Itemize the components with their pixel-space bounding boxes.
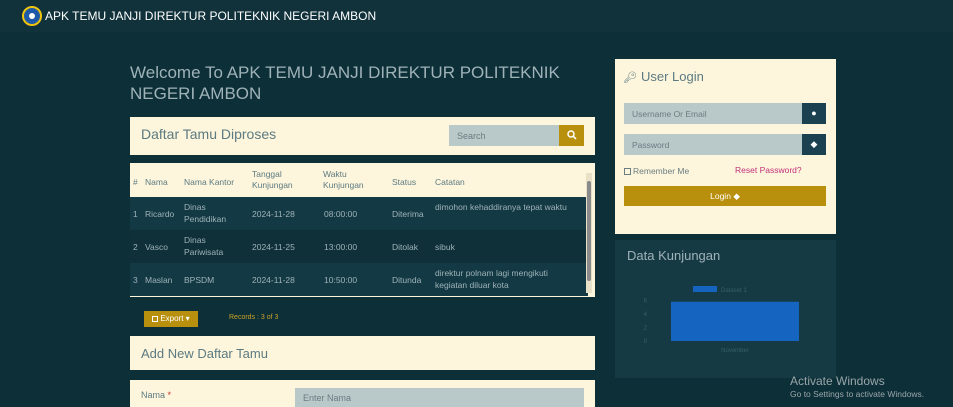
top-navbar: APK TEMU JANJI DIREKTUR POLITEKNIK NEGER… bbox=[0, 0, 953, 32]
login-title-text: User Login bbox=[640, 69, 704, 84]
col-header-status: Status bbox=[392, 177, 417, 187]
activate-windows-hint: Go to Settings to activate Windows. bbox=[790, 389, 925, 399]
login-button[interactable]: Login ◆ bbox=[624, 186, 826, 206]
reset-password-link[interactable]: Reset Password? bbox=[735, 165, 802, 175]
cell-nama: Vasco bbox=[145, 242, 168, 252]
data-kunjungan-panel: Data Kunjungan Dataset 1 0 2 4 6 November bbox=[615, 240, 836, 378]
export-button[interactable]: Export ▾ bbox=[144, 311, 198, 327]
col-header-nama: Nama bbox=[145, 177, 168, 187]
col-header-waktu: Waktu Kunjungan bbox=[323, 169, 364, 190]
required-mark: * bbox=[167, 390, 172, 400]
welcome-heading: Welcome To APK TEMU JANJI DIREKTUR POLIT… bbox=[130, 63, 560, 103]
nama-label-text: Nama bbox=[141, 390, 166, 400]
cell-no: 3 bbox=[133, 275, 138, 285]
cell-waktu: 13:00:00 bbox=[324, 242, 358, 252]
cell-status: Ditolak bbox=[392, 242, 418, 252]
login-title: 🔑︎ User Login bbox=[623, 69, 704, 84]
bar bbox=[671, 301, 799, 341]
password-input[interactable] bbox=[624, 134, 802, 155]
save-icon bbox=[152, 315, 159, 322]
cell-tanggal: 2024-11-25 bbox=[252, 242, 295, 252]
legend-swatch bbox=[693, 286, 717, 292]
cell-tanggal: 2024-11-28 bbox=[252, 209, 295, 219]
col-header-no: # bbox=[133, 177, 138, 187]
add-form: Nama * bbox=[130, 380, 595, 407]
table-header: # Nama Nama Kantor Tanggal Kunjungan Wak… bbox=[130, 163, 588, 197]
cell-kantor: Dinas Pendidikan bbox=[184, 202, 227, 224]
cell-nama: Ricardo bbox=[145, 209, 175, 219]
table-row[interactable]: 2 Vasco Dinas Pariwisata 2024-11-25 13:0… bbox=[130, 230, 588, 263]
key-icon: ◆ bbox=[733, 191, 740, 201]
cell-kantor: BPSDM bbox=[184, 275, 215, 285]
cell-waktu: 10:50:00 bbox=[324, 275, 358, 285]
nama-label: Nama * bbox=[141, 390, 171, 400]
cell-tanggal: 2024-11-28 bbox=[252, 275, 295, 285]
y-tick-label: 2 bbox=[644, 325, 648, 331]
polnam-logo-icon[interactable] bbox=[22, 6, 42, 26]
cell-status: Ditunda bbox=[392, 275, 422, 285]
search-input[interactable] bbox=[449, 125, 559, 146]
cell-no: 1 bbox=[133, 209, 138, 219]
app-title[interactable]: APK TEMU JANJI DIREKTUR POLITEKNIK NEGER… bbox=[45, 9, 376, 23]
cell-waktu: 08:00:00 bbox=[324, 209, 358, 219]
y-tick-label: 0 bbox=[644, 339, 648, 345]
y-tick-label: 6 bbox=[644, 298, 648, 304]
remember-checkbox[interactable] bbox=[624, 168, 631, 176]
col-header-tanggal: Tanggal Kunjungan bbox=[252, 169, 293, 190]
caret-down-icon: ▾ bbox=[183, 314, 190, 323]
search-icon bbox=[566, 130, 577, 140]
cell-nama: Maslan bbox=[145, 275, 173, 285]
login-button-label: Login bbox=[710, 191, 731, 201]
x-tick-label: November bbox=[721, 348, 749, 354]
records-count: Records : 3 of 3 bbox=[229, 314, 279, 321]
col-header-kantor: Nama Kantor bbox=[184, 177, 235, 187]
cell-status: Diterima bbox=[392, 209, 424, 219]
search-button[interactable] bbox=[559, 125, 584, 146]
export-label: Export bbox=[160, 314, 184, 323]
cell-no: 2 bbox=[133, 242, 138, 252]
remember-me[interactable]: Remember Me bbox=[624, 166, 689, 176]
login-panel: 🔑︎User Login ● ◆ Remember Me Reset Passw… bbox=[615, 59, 836, 234]
col-header-catatan: Catatan bbox=[435, 177, 465, 187]
activate-windows-title: Activate Windows bbox=[790, 374, 885, 388]
kunjungan-chart: Dataset 1 0 2 4 6 November bbox=[644, 286, 799, 354]
legend-label: Dataset 1 bbox=[721, 288, 747, 294]
table-scroll-thumb[interactable] bbox=[587, 181, 591, 281]
key-icon: 🔑︎ bbox=[623, 72, 637, 84]
daftar-panel-title: Daftar Tamu Diproses bbox=[141, 126, 277, 142]
cell-catatan: direktur polnam lagi mengikuti kegiatan … bbox=[435, 268, 548, 290]
data-kunjungan-title: Data Kunjungan bbox=[627, 248, 721, 263]
remember-label: Remember Me bbox=[633, 166, 690, 176]
user-icon: ● bbox=[802, 103, 826, 124]
cell-catatan: sibuk bbox=[435, 242, 455, 252]
table-row[interactable]: 1 Ricardo Dinas Pendidikan 2024-11-28 08… bbox=[130, 197, 588, 230]
table-row[interactable]: 3 Maslan BPSDM 2024-11-28 10:50:00 Ditun… bbox=[130, 263, 588, 296]
y-tick-label: 4 bbox=[644, 312, 648, 318]
cell-catatan: dimohon kehaddiranya tepat waktu bbox=[435, 202, 567, 212]
add-panel-title: Add New Daftar Tamu bbox=[141, 346, 268, 361]
daftar-panel-header: Daftar Tamu Diproses bbox=[130, 117, 595, 155]
nama-input[interactable] bbox=[295, 388, 584, 407]
add-panel-header: Add New Daftar Tamu bbox=[130, 336, 595, 370]
daftar-table: # Nama Nama Kantor Tanggal Kunjungan Wak… bbox=[130, 163, 595, 297]
username-input[interactable] bbox=[624, 103, 802, 124]
key-icon: ◆ bbox=[802, 134, 826, 155]
cell-kantor: Dinas Pariwisata bbox=[184, 235, 224, 257]
